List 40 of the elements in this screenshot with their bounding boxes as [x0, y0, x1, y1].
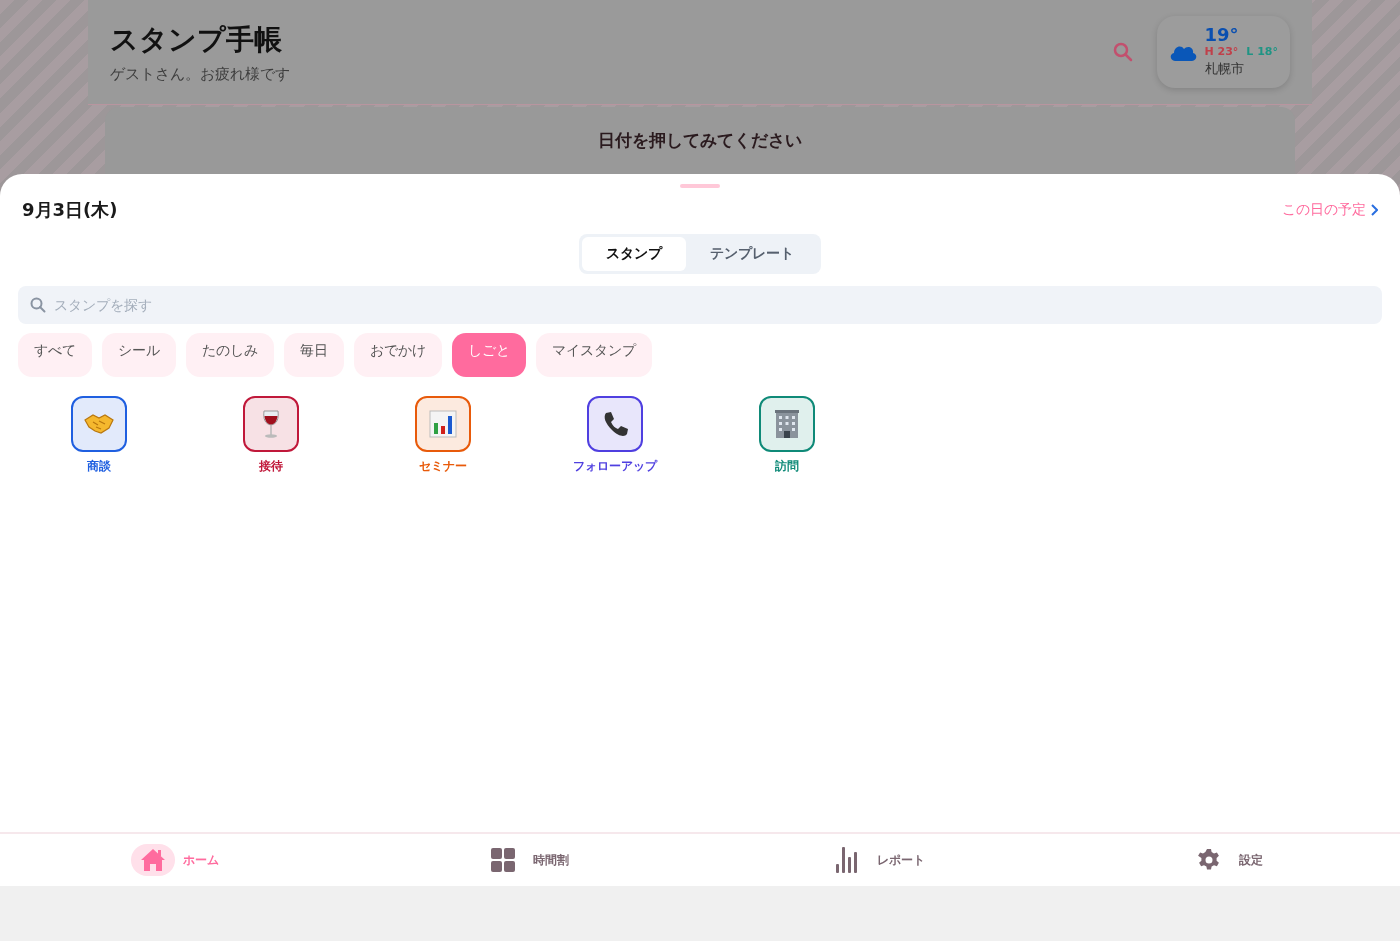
search-field[interactable]: スタンプを探す — [18, 286, 1382, 324]
nav-tab[interactable]: 時間割 — [350, 834, 700, 886]
search-icon — [30, 297, 46, 313]
settings-icon — [1197, 848, 1221, 872]
stamp-label: 商談 — [87, 458, 111, 475]
category-chip[interactable]: すべて — [18, 333, 92, 377]
hint-title: 日付を押してみてください — [598, 129, 802, 152]
segment-tab[interactable]: テンプレート — [686, 237, 818, 271]
stamp-label: セミナー — [419, 458, 467, 475]
grid-icon — [491, 848, 515, 872]
city-name: 札幌市 — [1204, 60, 1245, 78]
sheet-date: 9月3日(木) — [22, 198, 118, 222]
stamp-button[interactable] — [71, 396, 127, 452]
stamp-label: 訪問 — [775, 458, 799, 475]
stamp-button[interactable] — [415, 396, 471, 452]
app-title: スタンプ手帳 — [110, 21, 283, 58]
category-chip[interactable]: たのしみ — [186, 333, 274, 377]
high-temperature: H 23° — [1204, 45, 1239, 58]
stamp-label: 接待 — [259, 458, 283, 475]
temperature-text: 19° — [1204, 24, 1240, 45]
segment-tab[interactable]: スタンプ — [582, 237, 686, 271]
nav-tab[interactable]: レポート — [700, 834, 1050, 886]
low-temperature: L 18° — [1246, 45, 1278, 58]
sheet-handle[interactable] — [680, 184, 720, 188]
weather-card[interactable]: 19° H 23° L 18° 札幌市 — [1156, 16, 1290, 88]
category-chip[interactable]: 毎日 — [284, 333, 344, 377]
bar-chart-icon — [836, 847, 858, 873]
greeting-text: ゲストさん。お疲れ様です — [110, 64, 291, 84]
building-icon — [773, 409, 801, 439]
bar-chart-icon — [429, 410, 457, 438]
home-icon — [140, 848, 166, 872]
category-chip[interactable]: おでかけ — [354, 333, 442, 377]
category-chip[interactable]: シール — [102, 333, 176, 377]
stamp-label: フォローアップ — [573, 458, 657, 475]
nav-tab[interactable]: 設定 — [1050, 834, 1400, 886]
category-chip[interactable]: マイスタンプ — [536, 333, 652, 377]
stamp-button[interactable] — [587, 396, 643, 452]
stamp-button[interactable] — [243, 396, 299, 452]
chevron-right-icon — [1370, 204, 1378, 216]
wine-glass-icon — [261, 409, 281, 439]
